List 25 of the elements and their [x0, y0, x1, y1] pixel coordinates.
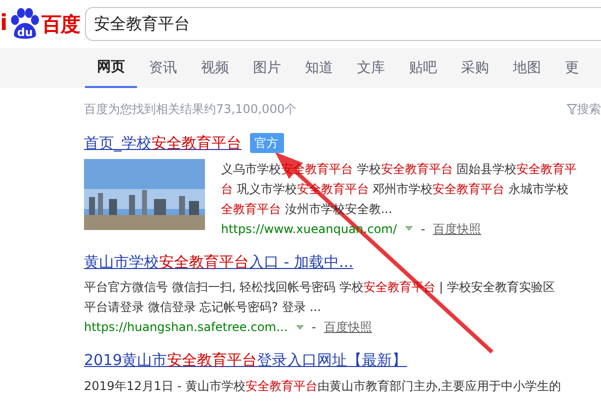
separator-dash: - [420, 220, 426, 238]
nav-tab[interactable]: 网页 [85, 48, 137, 88]
caret-icon[interactable] [296, 324, 304, 330]
result-count: 百度为您找到相关结果约73,100,000个 [84, 101, 297, 118]
nav-tab[interactable]: 地图 [501, 48, 553, 88]
nav-tab[interactable]: 采购 [449, 48, 501, 88]
snippet-text: 2019年12月1日 - 黄山市学校安全教育平台由黄山市教育部门主办,主要应用于中小学生的 [84, 378, 562, 394]
nav-tab[interactable]: 贴吧 [397, 48, 449, 88]
caret-icon[interactable] [404, 226, 413, 231]
nav-tab[interactable]: 文库 [345, 48, 397, 88]
nav-tab[interactable]: 图片 [241, 48, 293, 88]
baidu-logo[interactable]: i du 百度 [0, 7, 85, 41]
snapshot-link[interactable]: 百度快照 [433, 218, 482, 238]
snippet-text: 平台请登录 微信登录 忘记帐号密码? 登录 ... [84, 299, 322, 316]
nav-tab[interactable]: 资讯 [137, 48, 189, 88]
result-url: https://huangshan.safetree.com... [84, 319, 288, 336]
search-tools-link[interactable]: 搜索 [567, 100, 601, 118]
nav-tab[interactable]: 知道 [293, 48, 345, 88]
separator-dash: - [312, 319, 316, 336]
filter-icon [567, 104, 577, 114]
nav-tab[interactable]: 更 [553, 48, 591, 88]
nav-tab[interactable]: 视频 [189, 48, 241, 88]
search-field[interactable]: 安全教育平台 [85, 7, 601, 41]
official-tag: 官方 [250, 133, 284, 154]
snapshot-link[interactable]: 百度快照 [324, 317, 372, 337]
